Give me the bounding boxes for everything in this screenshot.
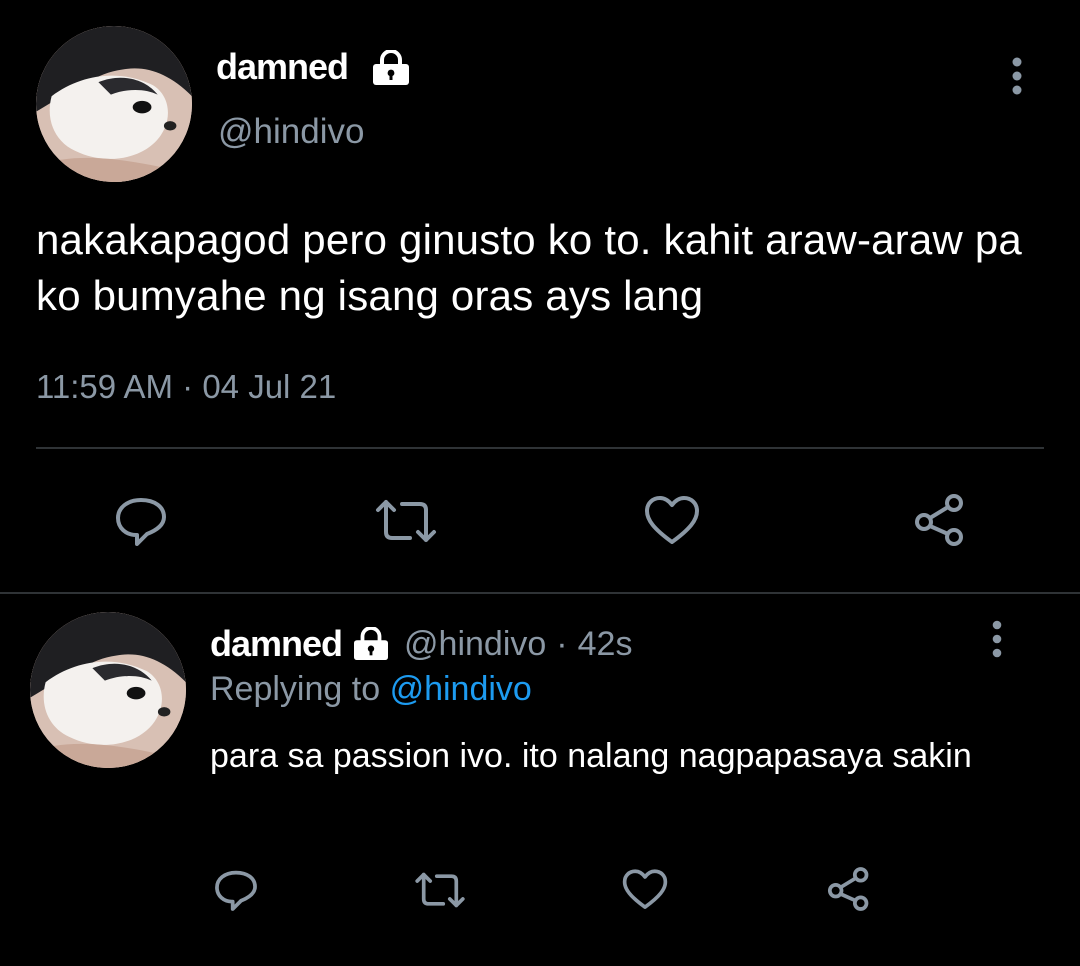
reply-button[interactable] [112, 492, 170, 550]
reply-author-handle[interactable]: @hindivo [404, 625, 546, 664]
replying-to-handle-link[interactable]: @hindivo [390, 670, 532, 708]
retweet-icon [415, 872, 465, 908]
retweet-icon [376, 500, 436, 542]
reply-icon [215, 870, 257, 911]
reply-like-button[interactable] [620, 868, 670, 912]
reply-retweet-button[interactable] [412, 868, 468, 912]
avatar-photo-icon [30, 612, 186, 768]
reply-author-name[interactable]: damned [210, 622, 343, 666]
share-button[interactable] [910, 490, 970, 550]
tweet-text: nakakapagod pero ginusto ko to. kahit ar… [36, 216, 1022, 319]
retweet-button[interactable] [372, 494, 440, 548]
reply-separator: · [556, 624, 568, 663]
more-options-icon[interactable] [1003, 56, 1031, 96]
like-button[interactable] [642, 494, 702, 548]
author-name[interactable]: damned [216, 45, 349, 89]
divider [36, 447, 1044, 449]
heart-icon [645, 496, 699, 544]
reply-share-button[interactable] [824, 864, 874, 914]
heart-icon [622, 869, 668, 909]
reply-more-options-icon[interactable] [984, 620, 1010, 658]
main-avatar[interactable] [36, 26, 192, 182]
avatar-photo-icon [36, 26, 192, 182]
reply-header: damned @hindivo · 42s [210, 620, 632, 668]
tweet-time: 11:59 AM [36, 368, 173, 405]
reply-reply-button[interactable] [212, 866, 260, 914]
share-icon [827, 867, 869, 911]
lock-icon [371, 50, 411, 86]
reply-age: 42s [577, 624, 633, 663]
section-divider [0, 592, 1080, 594]
reply-text: para sa passion ivo. ito nalang nagpapas… [210, 737, 972, 775]
share-icon [915, 494, 963, 546]
tweet-timestamp: 11:59 AM · 04 Jul 21 [36, 366, 336, 408]
reply-avatar[interactable] [30, 612, 186, 768]
author-handle[interactable]: @hindivo [218, 111, 364, 153]
tweet-date: 04 Jul 21 [202, 368, 337, 405]
reply-icon [116, 498, 166, 546]
timestamp-separator: · [182, 368, 194, 405]
lock-icon [352, 627, 390, 661]
replying-to-label: Replying to [210, 670, 381, 708]
replying-to: Replying to @hindivo [210, 667, 532, 711]
